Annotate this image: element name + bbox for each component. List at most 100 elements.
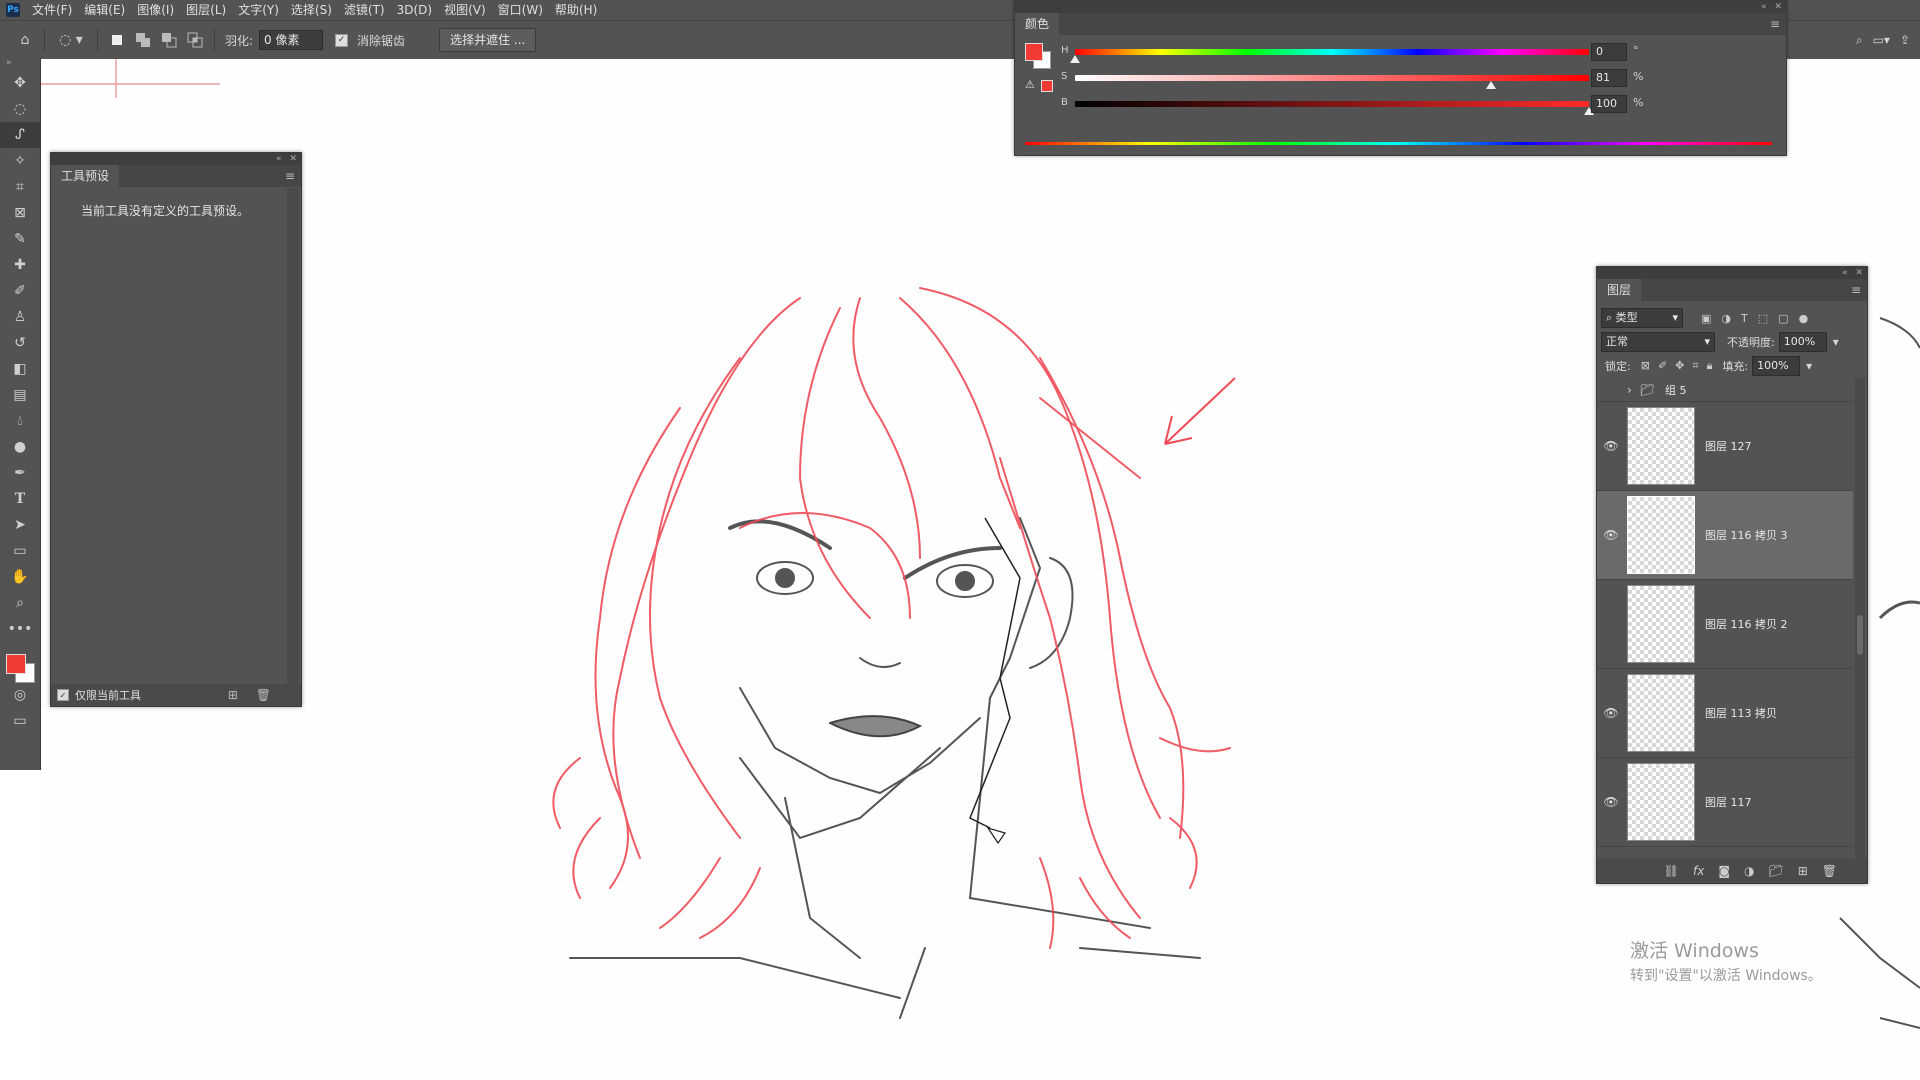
menu-help[interactable]: 帮助(H): [549, 0, 603, 20]
opacity-input[interactable]: 100%: [1778, 332, 1827, 352]
panel-menu-icon[interactable]: ≡: [285, 169, 295, 183]
lock-position-icon[interactable]: ✥: [1675, 359, 1684, 373]
layer-style-icon[interactable]: fx: [1693, 864, 1704, 878]
chevron-down-icon[interactable]: ▾: [1806, 359, 1812, 373]
type-layer-filter-icon[interactable]: T: [1741, 312, 1748, 325]
menu-type[interactable]: 文字(Y): [232, 0, 285, 20]
visibility-toggle[interactable]: ▢: [1601, 617, 1621, 631]
menu-select[interactable]: 选择(S): [285, 0, 338, 20]
tab-layers[interactable]: 图层: [1597, 279, 1642, 301]
layer-row[interactable]: ▢ 图层 116 拷贝 2: [1597, 580, 1853, 669]
new-selection-icon[interactable]: [108, 31, 126, 49]
history-brush-icon[interactable]: ↺: [0, 330, 40, 356]
eyedropper-icon[interactable]: ✎: [0, 226, 40, 252]
feather-input[interactable]: 0 像素: [259, 30, 324, 50]
lock-image-icon[interactable]: ✐: [1658, 359, 1667, 373]
visibility-toggle[interactable]: ▢: [1601, 383, 1621, 397]
lock-artboard-icon[interactable]: ⌗: [1692, 359, 1698, 373]
pen-tool-icon[interactable]: ✒: [0, 460, 40, 486]
marquee-tool-icon[interactable]: ◌: [0, 96, 40, 122]
frame-tool-icon[interactable]: ⊠: [0, 200, 40, 226]
close-icon[interactable]: ✕: [1774, 2, 1782, 12]
type-tool-icon[interactable]: T: [0, 486, 40, 512]
more-tools-icon[interactable]: •••: [0, 616, 40, 642]
smart-object-filter-icon[interactable]: ▢: [1778, 312, 1788, 325]
color-ramp[interactable]: [1025, 142, 1772, 145]
saturation-slider-thumb[interactable]: [1486, 81, 1497, 89]
layer-row[interactable]: 👁︎ 图层 127: [1597, 402, 1853, 491]
intersect-selection-icon[interactable]: [186, 31, 204, 49]
photoshop-logo-icon[interactable]: Ps: [6, 3, 20, 17]
menu-file[interactable]: 文件(F): [26, 0, 78, 20]
scrollbar-thumb[interactable]: [1857, 615, 1863, 655]
brightness-slider[interactable]: [1075, 101, 1589, 107]
hand-tool-icon[interactable]: ✋: [0, 564, 40, 590]
select-and-mask-button[interactable]: 选择并遮住 ...: [439, 28, 537, 52]
saturation-value-input[interactable]: 81: [1591, 69, 1627, 87]
scrollbar[interactable]: [287, 188, 299, 684]
healing-brush-icon[interactable]: ✚: [0, 252, 40, 278]
adjustment-layer-icon[interactable]: ◑: [1744, 864, 1754, 878]
menu-image[interactable]: 图像(I): [131, 0, 180, 20]
brightness-value-input[interactable]: 100: [1591, 95, 1627, 113]
menu-3d[interactable]: 3D(D): [391, 0, 438, 20]
blur-tool-icon[interactable]: 💧︎: [0, 408, 40, 434]
menu-window[interactable]: 窗口(W): [492, 0, 549, 20]
share-icon[interactable]: ⇪: [1900, 33, 1910, 47]
new-layer-icon[interactable]: ⊞: [1798, 864, 1808, 878]
filter-kind-select[interactable]: ⌕ 类型 ▾: [1601, 308, 1683, 328]
chevron-down-icon[interactable]: ▾: [1833, 335, 1839, 349]
home-icon[interactable]: ⌂: [12, 27, 38, 53]
fill-input[interactable]: 100%: [1752, 356, 1801, 376]
layer-row[interactable]: 👁︎ 图层 117: [1597, 758, 1853, 847]
move-tool-icon[interactable]: ✥: [0, 70, 40, 96]
chevron-right-icon[interactable]: ›: [1627, 383, 1632, 397]
out-of-gamut-warning-icon[interactable]: ⚠: [1025, 78, 1035, 91]
menu-view[interactable]: 视图(V): [438, 0, 492, 20]
pixel-layer-filter-icon[interactable]: ▣: [1701, 312, 1711, 325]
dodge-tool-icon[interactable]: ●: [0, 434, 40, 460]
menu-filter[interactable]: 滤镜(T): [338, 0, 391, 20]
subtract-from-selection-icon[interactable]: [160, 31, 178, 49]
clone-stamp-icon[interactable]: ♙: [0, 304, 40, 330]
collapse-icon[interactable]: »: [0, 58, 40, 70]
lasso-tool-icon[interactable]: ᔑ: [0, 122, 40, 148]
eye-icon[interactable]: 👁︎: [1601, 439, 1621, 453]
layer-group-row[interactable]: ▢ › 📁︎ 组 5: [1597, 379, 1853, 402]
blend-mode-select[interactable]: 正常 ▾: [1601, 332, 1715, 352]
adjustment-layer-filter-icon[interactable]: ◑: [1721, 312, 1731, 325]
rectangle-tool-icon[interactable]: ▭: [0, 538, 40, 564]
panel-menu-icon[interactable]: ≡: [1770, 17, 1780, 31]
layer-row[interactable]: 👁︎ 图层 113 拷贝: [1597, 669, 1853, 758]
current-tool-only-checkbox[interactable]: ✓: [57, 689, 69, 701]
workspace-icon[interactable]: ▭▾: [1873, 33, 1890, 47]
shape-layer-filter-icon[interactable]: ⬚: [1758, 312, 1768, 325]
foreground-color-swatch[interactable]: [6, 654, 26, 674]
screen-mode-icon[interactable]: ▭: [0, 708, 40, 734]
crop-tool-icon[interactable]: ⌗: [0, 174, 40, 200]
eye-icon[interactable]: 👁︎: [1601, 706, 1621, 720]
menu-layer[interactable]: 图层(L): [180, 0, 232, 20]
search-icon[interactable]: ⌕: [1856, 33, 1863, 48]
layer-row[interactable]: 👁︎ 图层 116 拷贝 3: [1597, 491, 1853, 580]
new-preset-icon[interactable]: ⊞: [228, 688, 238, 702]
quick-mask-icon[interactable]: ◎: [0, 682, 40, 708]
close-icon[interactable]: ✕: [289, 154, 297, 164]
lock-all-icon[interactable]: 🔒︎: [1707, 359, 1713, 373]
saturation-slider[interactable]: [1075, 75, 1589, 81]
foreground-color-swatch[interactable]: [1025, 43, 1043, 61]
menu-edit[interactable]: 编辑(E): [78, 0, 131, 20]
tab-tool-presets[interactable]: 工具预设: [51, 165, 120, 187]
brush-tool-icon[interactable]: ✐: [0, 278, 40, 304]
collapse-icon[interactable]: «: [276, 154, 282, 164]
add-to-selection-icon[interactable]: [134, 31, 152, 49]
panel-menu-icon[interactable]: ≡: [1851, 283, 1861, 297]
eye-icon[interactable]: 👁︎: [1601, 528, 1621, 542]
eye-icon[interactable]: 👁︎: [1601, 795, 1621, 809]
gradient-tool-icon[interactable]: ▤: [0, 382, 40, 408]
new-group-icon[interactable]: 📁︎: [1768, 864, 1783, 878]
tab-color[interactable]: 颜色: [1015, 13, 1060, 35]
hue-slider[interactable]: [1075, 49, 1589, 55]
hue-slider-thumb[interactable]: [1070, 55, 1080, 63]
eraser-tool-icon[interactable]: ◧: [0, 356, 40, 382]
